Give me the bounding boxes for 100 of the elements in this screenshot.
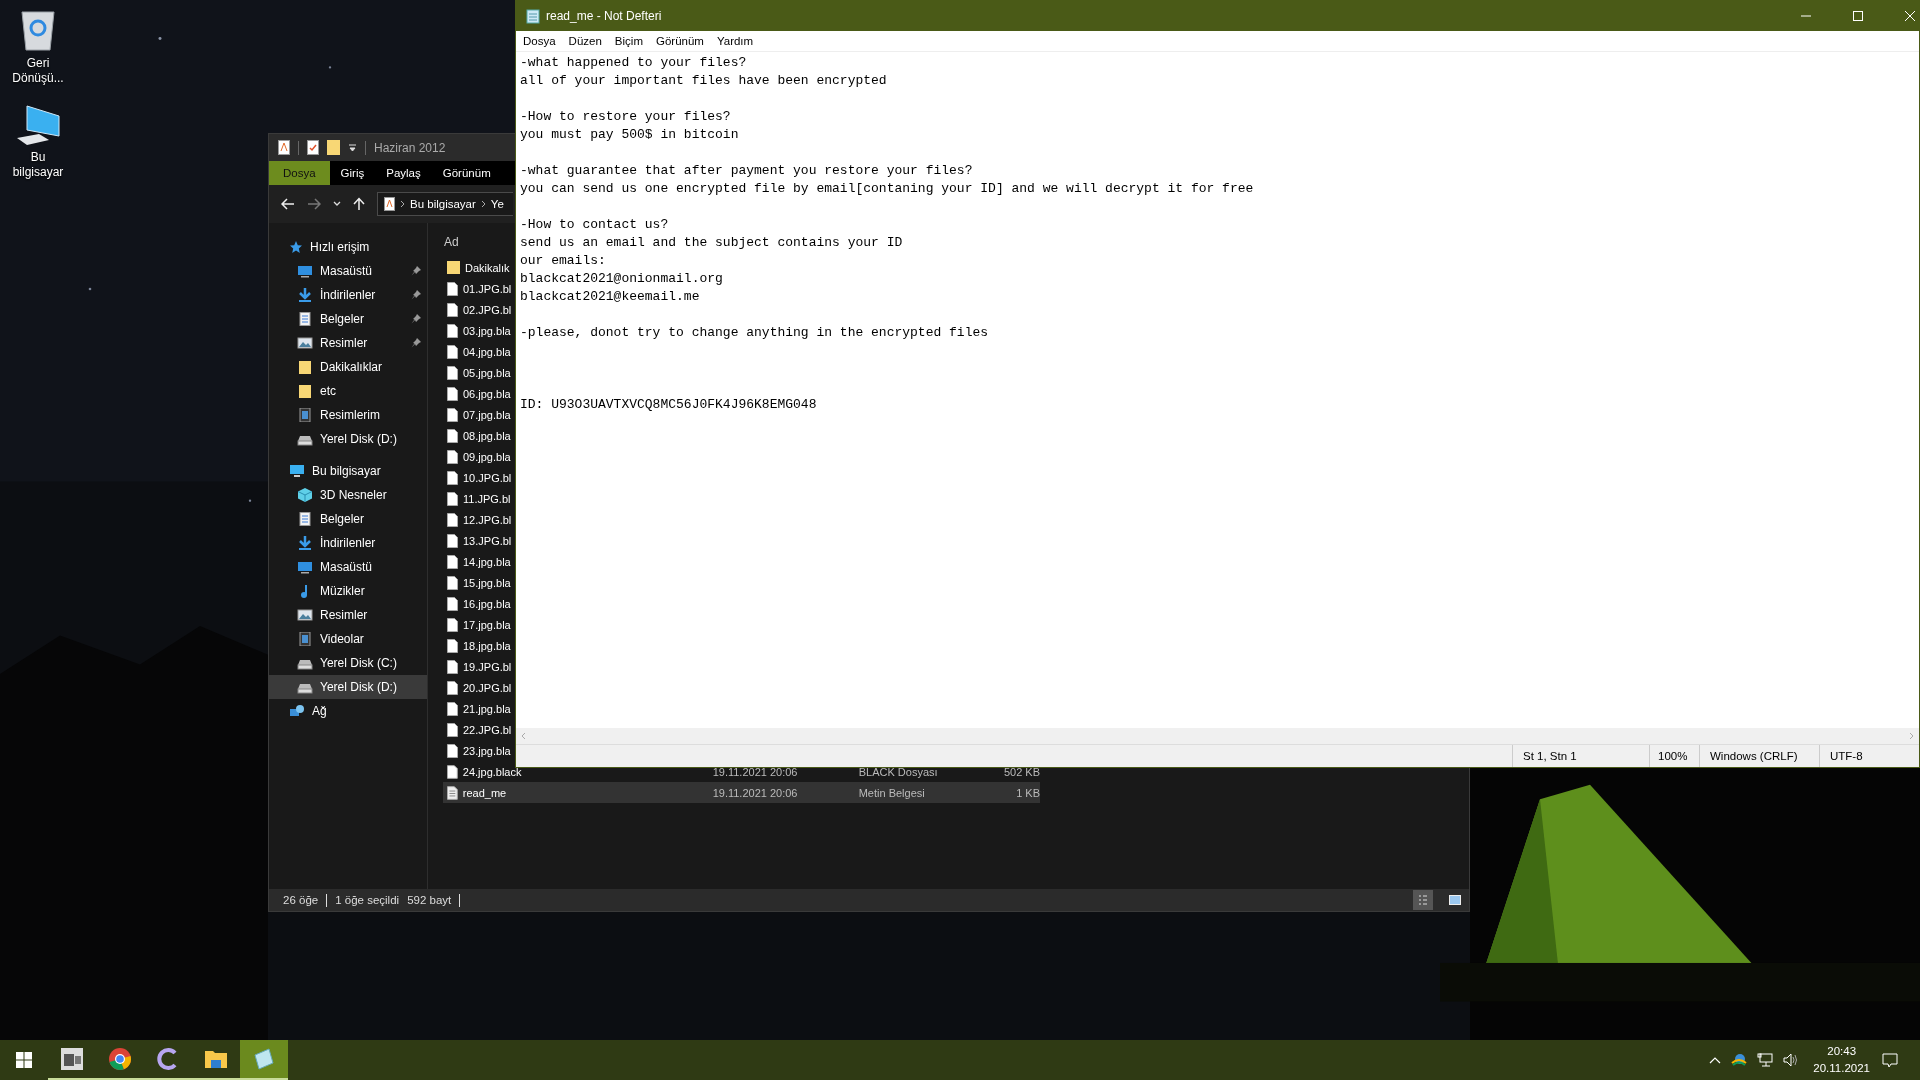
file-icon <box>447 554 458 569</box>
desktop-icon <box>297 560 313 574</box>
text-file-icon <box>447 785 458 800</box>
file-row[interactable]: 16.jpg.bla <box>443 593 511 614</box>
file-row[interactable]: 05.jpg.bla <box>443 362 511 383</box>
network-icon[interactable] <box>1757 1053 1774 1067</box>
chevron-up-icon[interactable] <box>1709 1056 1722 1064</box>
file-row[interactable]: 01.JPG.bl <box>443 278 512 299</box>
address-bar[interactable]: Bu bilgisayar Ye <box>377 192 513 216</box>
file-row[interactable]: 17.jpg.bla <box>443 614 511 635</box>
file-icon <box>447 764 458 779</box>
nav-item[interactable]: Resimlerim <box>269 403 427 427</box>
back-icon[interactable] <box>281 198 295 210</box>
nav-item[interactable]: Yerel Disk (D:) <box>269 427 427 451</box>
clock-date[interactable]: 20.11.2021 <box>1813 1060 1870 1077</box>
file-row[interactable]: 10.JPG.bl <box>443 467 512 488</box>
file-icon <box>447 743 458 758</box>
file-row[interactable]: Dakikalık <box>443 257 510 278</box>
forward-icon[interactable] <box>307 198 321 210</box>
file-row[interactable]: 19.JPG.bl <box>443 656 512 677</box>
menu-item[interactable]: Düzen <box>568 35 602 47</box>
nav-item[interactable]: Yerel Disk (D:) <box>269 675 427 699</box>
file-row[interactable]: 03.jpg.bla <box>443 320 511 341</box>
tiles-view-icon <box>1449 895 1461 905</box>
windows-logo-icon <box>16 1052 32 1068</box>
file-icon <box>447 428 458 443</box>
close-icon[interactable] <box>1905 11 1915 21</box>
file-row[interactable]: 15.jpg.bla <box>443 572 511 593</box>
menu-item[interactable]: Yardım <box>716 35 754 47</box>
nav-item[interactable]: Müzikler <box>269 579 427 603</box>
file-row[interactable]: 11.JPG.bl <box>443 488 511 509</box>
folder-icon <box>447 260 460 275</box>
breadcrumb-item[interactable]: Ye <box>490 198 504 210</box>
nav-item[interactable]: etc <box>269 379 427 403</box>
nav-item[interactable]: Hızlı erişim <box>269 235 427 259</box>
clock-time[interactable]: 20:43 <box>1827 1043 1857 1060</box>
file-icon <box>447 344 458 359</box>
nav-item[interactable]: Masaüstü <box>269 259 427 283</box>
nav-item[interactable]: Resimler <box>269 603 427 627</box>
file-icon <box>447 386 458 401</box>
document-text[interactable]: -what happened to your files? all of your important files have been encrypted -How to restore your files? you must pay 500$ in bitcoin -what guarantee that after payment you restore your files? you can send us one encrypted file by email[contaning your ID] and we will decrypt it for free -How to contact us? send us an email and the subject contains your ID our emails: blackcat2021@onionmail.org blackcat2021@keemail.me -please, donot try to change anything in the encrypted files ID: U93O3UAVTXVCQ8MC56J0FK4J96K8EMG048 <box>516 52 1919 728</box>
pin-icon[interactable] <box>411 266 421 276</box>
document-icon[interactable] <box>278 140 290 155</box>
file-row[interactable]: 24.jpg.black 19.11.2021 20:06 BLACK Dosyası 502 KB <box>443 761 1040 782</box>
nav-item[interactable]: Videolar <box>269 627 427 651</box>
details-view-button[interactable] <box>1413 890 1433 910</box>
menu-item[interactable]: Dosya <box>523 35 556 47</box>
file-row[interactable]: 07.jpg.bla <box>443 404 511 425</box>
nav-item[interactable]: Dakikalıklar <box>269 355 427 379</box>
column-header[interactable]: Ad <box>443 231 459 253</box>
file-row[interactable]: 20.JPG.bl <box>443 677 512 698</box>
menu-item[interactable]: Görünüm <box>656 35 704 47</box>
ribbon-tab[interactable]: Giriş <box>329 161 376 185</box>
caret-icon[interactable] <box>333 201 341 207</box>
cube-icon <box>297 488 313 502</box>
file-icon <box>447 449 458 464</box>
pin-icon[interactable] <box>411 338 421 348</box>
nav-item[interactable]: Resimler <box>269 331 427 355</box>
status-text: 592 bayt <box>407 894 452 906</box>
file-row[interactable]: 04.jpg.bla <box>443 341 511 362</box>
file-row[interactable]: 12.JPG.bl <box>443 509 512 530</box>
nav-item[interactable]: Belgeler <box>269 507 427 531</box>
menu-item[interactable]: Biçim <box>614 35 643 47</box>
nav-item[interactable]: Bu bilgisayar <box>269 459 427 483</box>
volume-icon[interactable] <box>1783 1053 1800 1067</box>
nav-item[interactable]: Belgeler <box>269 307 427 331</box>
file-row[interactable]: 21.jpg.bla <box>443 698 511 719</box>
file-row[interactable]: 14.jpg.bla <box>443 551 511 572</box>
file-row[interactable]: 13.JPG.bl <box>443 530 512 551</box>
maximize-icon[interactable] <box>1853 11 1863 21</box>
document-icon <box>297 312 313 326</box>
document-icon <box>297 512 313 526</box>
file-row[interactable]: 22.JPG.bl <box>443 719 512 740</box>
nav-item[interactable]: İndirilenler <box>269 531 427 555</box>
breadcrumb-item[interactable]: Bu bilgisayar <box>410 198 476 210</box>
file-row[interactable]: 09.jpg.bla <box>443 446 511 467</box>
ribbon-tab[interactable]: Görünüm <box>431 161 502 185</box>
computer-icon[interactable] <box>15 104 61 146</box>
nav-item[interactable]: Ağ <box>269 699 427 723</box>
nav-item[interactable]: Yerel Disk (C:) <box>269 651 427 675</box>
dropdown-icon[interactable] <box>348 143 357 152</box>
file-row[interactable]: 18.jpg.bla <box>443 635 511 656</box>
file-row[interactable]: 08.jpg.bla <box>443 425 511 446</box>
ribbon-tab[interactable]: Dosya <box>269 161 330 185</box>
nav-item[interactable]: Masaüstü <box>269 555 427 579</box>
globe-icon[interactable] <box>1731 1053 1748 1067</box>
file-row[interactable]: 23.jpg.bla <box>443 740 511 761</box>
file-icon <box>447 701 458 716</box>
file-row[interactable]: 02.JPG.bl <box>443 299 512 320</box>
up-icon[interactable] <box>353 197 365 211</box>
folder-icon <box>297 384 313 398</box>
pin-icon[interactable] <box>411 290 421 300</box>
checklist-icon[interactable] <box>307 140 319 155</box>
file-row[interactable]: read_me 19.11.2021 20:06 Metin Belgesi 1 KB <box>443 782 1040 803</box>
notification-icon[interactable] <box>1882 1052 1898 1068</box>
nav-item[interactable]: İndirilenler <box>269 283 427 307</box>
ribbon-tab[interactable]: Paylaş <box>375 161 432 185</box>
file-row[interactable]: 06.jpg.bla <box>443 383 511 404</box>
pin-icon[interactable] <box>411 314 421 324</box>
nav-item[interactable]: 3D Nesneler <box>269 483 427 507</box>
